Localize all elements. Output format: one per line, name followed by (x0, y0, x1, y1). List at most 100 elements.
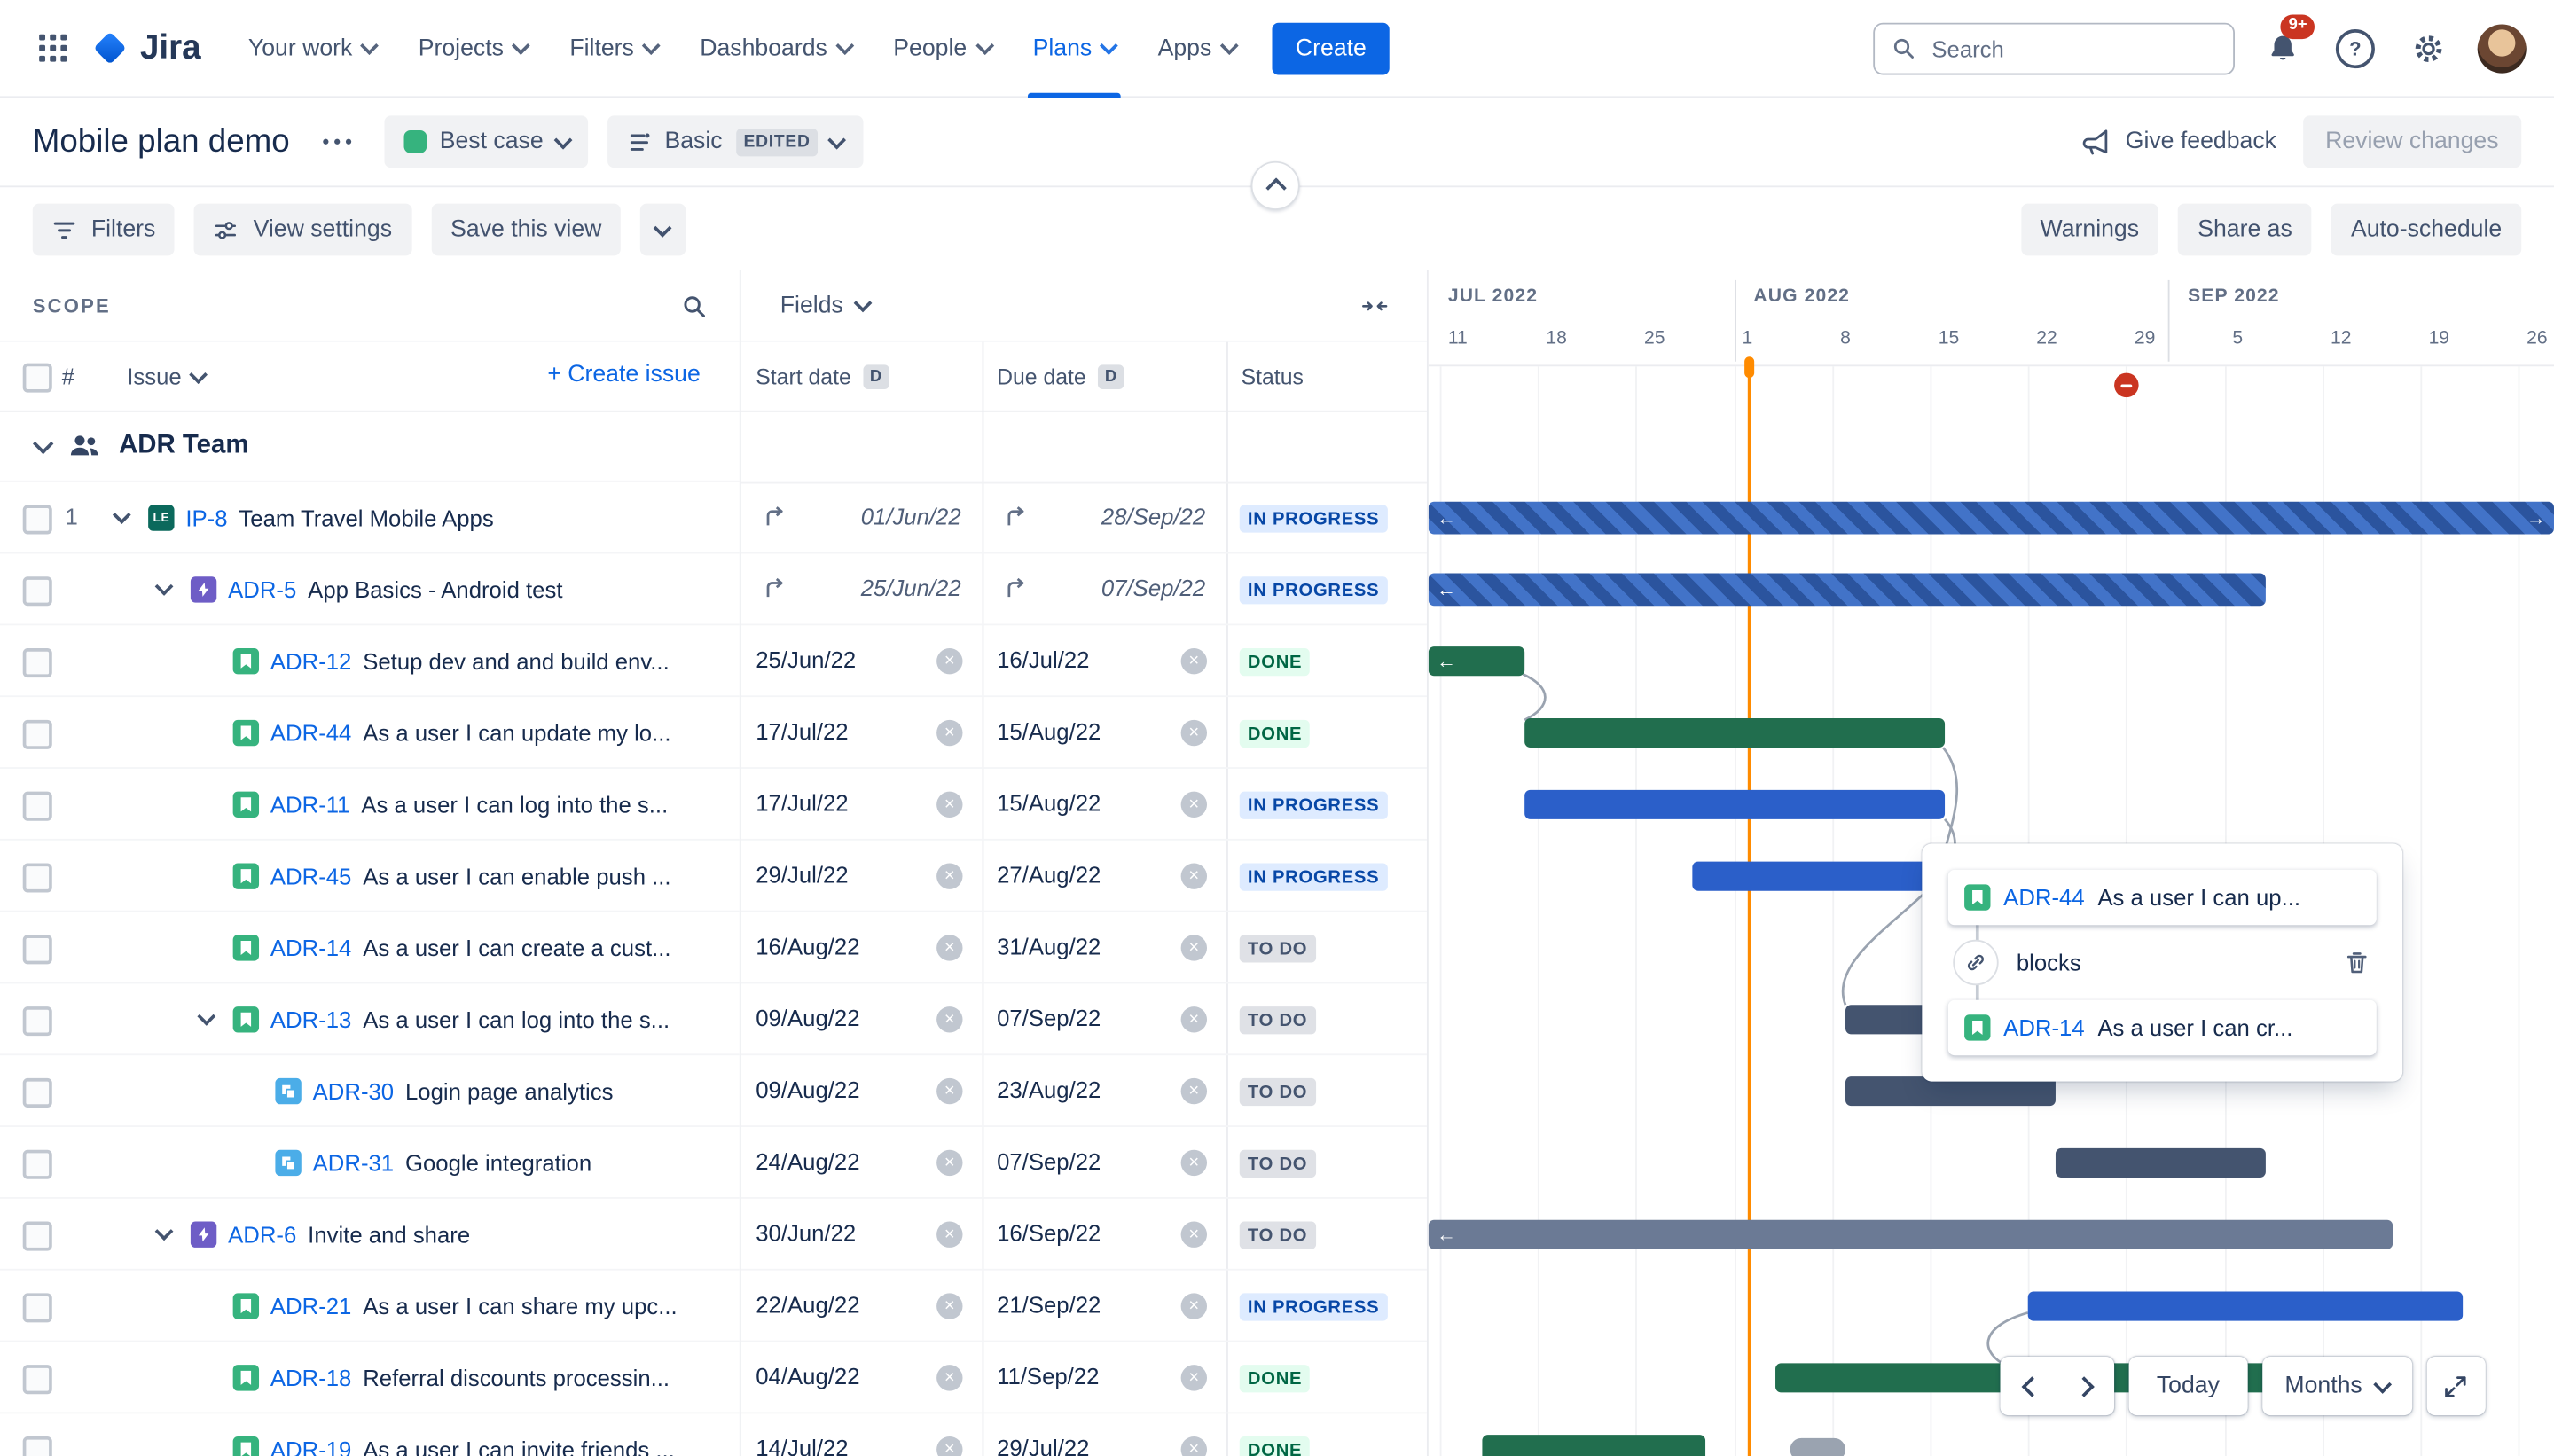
nav-item-your-work[interactable]: Your work (227, 0, 397, 97)
clear-start-date-button[interactable]: × (936, 863, 963, 889)
column-header-status[interactable]: Status (1242, 342, 1304, 412)
row-checkbox[interactable] (22, 1006, 52, 1037)
due-date-cell[interactable]: 23/Aug/22 × (983, 1055, 1227, 1125)
expand-toggle[interactable] (150, 577, 179, 595)
scope-row-adr-19[interactable]: ADR-19 As a user I can invite friends ... (0, 1413, 740, 1456)
nav-item-plans[interactable]: Plans (1012, 0, 1137, 98)
row-checkbox[interactable] (22, 1077, 52, 1108)
due-date-cell[interactable]: 07/Sep/22 (983, 553, 1227, 623)
scope-row-adr-21[interactable]: ADR-21 As a user I can share my upc... (0, 1271, 740, 1342)
release-marker-icon[interactable] (2114, 372, 2140, 398)
clear-start-date-button[interactable]: × (936, 791, 963, 818)
row-checkbox[interactable] (22, 1436, 52, 1456)
scroll-left-button[interactable] (2001, 1357, 2057, 1415)
scope-row-adr-14[interactable]: ADR-14 As a user I can create a cust... (0, 912, 740, 984)
start-date-cell[interactable]: 22/Aug/22 × (741, 1271, 983, 1341)
timeline-bar-ip-8[interactable]: ← → (1428, 501, 2554, 535)
jira-logo[interactable]: Jira (91, 28, 201, 67)
start-date-cell[interactable]: 17/Jul/22 × (741, 697, 983, 767)
expand-toggle[interactable] (192, 1007, 222, 1025)
scope-row-adr-18[interactable]: ADR-18 Referral discounts processin... (0, 1342, 740, 1414)
auto-schedule-button[interactable]: Auto-schedule (2331, 203, 2522, 256)
issue-key-link[interactable]: ADR-19 (270, 1436, 351, 1456)
clear-start-date-button[interactable]: × (936, 1149, 963, 1177)
more-menu-button[interactable] (309, 132, 364, 152)
scroll-right-button[interactable] (2057, 1357, 2114, 1415)
profile-button[interactable] (2476, 22, 2528, 74)
app-switcher-button[interactable] (26, 22, 78, 74)
due-date-cell[interactable]: 07/Sep/22 × (983, 1127, 1227, 1197)
collapse-fields-button[interactable] (1362, 293, 1388, 318)
save-view-button[interactable]: Save this view (431, 203, 622, 256)
clear-start-date-button[interactable]: × (936, 1436, 963, 1456)
help-button[interactable]: ? (2330, 22, 2382, 74)
start-date-cell[interactable]: 09/Aug/22 × (741, 1055, 983, 1125)
due-date-cell[interactable]: 16/Jul/22 × (983, 625, 1227, 695)
due-date-cell[interactable]: 16/Sep/22 × (983, 1199, 1227, 1269)
row-checkbox[interactable] (22, 648, 52, 678)
clear-due-date-button[interactable]: × (1180, 1077, 1208, 1105)
timeline-bar-adr-31[interactable] (2056, 1147, 2267, 1178)
status-cell[interactable]: TO DO (1226, 1055, 1429, 1125)
issue-key-link[interactable]: ADR-31 (313, 1149, 394, 1175)
issue-key-link[interactable]: ADR-13 (270, 1006, 351, 1031)
review-changes-button[interactable]: Review changes (2302, 115, 2522, 168)
row-checkbox[interactable] (22, 719, 52, 749)
due-date-cell[interactable]: 28/Sep/22 (983, 482, 1227, 552)
column-header-start-date[interactable]: Start date D (756, 342, 889, 412)
row-checkbox[interactable] (22, 935, 52, 965)
timeline-bar-adr-21[interactable] (2028, 1291, 2463, 1321)
due-date-cell[interactable]: 27/Aug/22 × (983, 841, 1227, 911)
today-marker-handle[interactable] (1744, 356, 1755, 379)
clear-start-date-button[interactable]: × (936, 1293, 963, 1319)
nav-item-people[interactable]: People (872, 0, 1011, 97)
row-checkbox[interactable] (22, 791, 52, 821)
issue-key-link[interactable]: ADR-12 (270, 647, 351, 673)
issue-key-link[interactable]: ADR-11 (270, 791, 350, 817)
clear-start-date-button[interactable]: × (936, 935, 963, 961)
save-view-menu-button[interactable] (640, 203, 686, 256)
clear-start-date-button[interactable]: × (936, 719, 963, 747)
status-cell[interactable]: IN PROGRESS (1226, 769, 1429, 839)
clear-due-date-button[interactable]: × (1180, 1149, 1208, 1177)
team-group-row[interactable]: ADR Team (0, 412, 740, 482)
due-date-cell[interactable]: 31/Aug/22 × (983, 912, 1227, 982)
status-cell[interactable]: TO DO (1226, 1127, 1429, 1197)
create-button[interactable]: Create (1273, 21, 1390, 74)
row-checkbox[interactable] (22, 505, 52, 535)
clear-due-date-button[interactable]: × (1180, 1293, 1208, 1319)
expand-toggle[interactable] (150, 1222, 179, 1241)
scope-row-ip-8[interactable]: 1 LE IP-8 Team Travel Mobile Apps (0, 482, 740, 554)
zoom-level-selector[interactable]: Months (2261, 1356, 2412, 1416)
collapse-header-button[interactable] (1250, 160, 1300, 210)
timeline-bar-adr-12[interactable]: ← (1428, 646, 1524, 677)
start-date-cell[interactable]: 01/Jun/22 (741, 482, 983, 552)
clear-due-date-button[interactable]: × (1180, 863, 1208, 889)
scope-row-adr-31[interactable]: ADR-31 Google integration (0, 1127, 740, 1199)
clear-start-date-button[interactable]: × (936, 1006, 963, 1033)
share-as-button[interactable]: Share as (2178, 203, 2312, 256)
settings-button[interactable] (2402, 22, 2455, 74)
start-date-cell[interactable]: 17/Jul/22 × (741, 769, 983, 839)
start-date-cell[interactable]: 25/Jun/22 (741, 553, 983, 623)
scope-row-adr-6[interactable]: ADR-6 Invite and share (0, 1199, 740, 1271)
start-date-cell[interactable]: 25/Jun/22 × (741, 625, 983, 695)
clear-due-date-button[interactable]: × (1180, 1365, 1208, 1391)
clear-start-date-button[interactable]: × (936, 1365, 963, 1391)
scope-row-adr-5[interactable]: ADR-5 App Basics - Android test (0, 553, 740, 626)
issue-key-link[interactable]: ADR-14 (270, 934, 351, 959)
issue-key-link[interactable]: ADR-45 (270, 863, 351, 888)
row-checkbox[interactable] (22, 863, 52, 893)
dependency-from-issue[interactable]: ADR-44 As a user I can up... (1947, 869, 2377, 926)
clear-start-date-button[interactable]: × (936, 1077, 963, 1105)
timeline-bar-adr-19[interactable] (1482, 1435, 1706, 1456)
due-date-cell[interactable]: 29/Jul/22 × (983, 1413, 1227, 1456)
create-issue-button[interactable]: + Create issue (547, 362, 700, 387)
issue-key-link[interactable]: ADR-5 (228, 575, 296, 601)
clear-start-date-button[interactable]: × (936, 1221, 963, 1248)
select-all-checkbox[interactable] (22, 363, 52, 393)
status-cell[interactable]: DONE (1226, 1413, 1429, 1456)
issue-key-link[interactable]: ADR-44 (2003, 884, 2084, 910)
clear-due-date-button[interactable]: × (1180, 648, 1208, 675)
row-checkbox[interactable] (22, 1149, 52, 1179)
